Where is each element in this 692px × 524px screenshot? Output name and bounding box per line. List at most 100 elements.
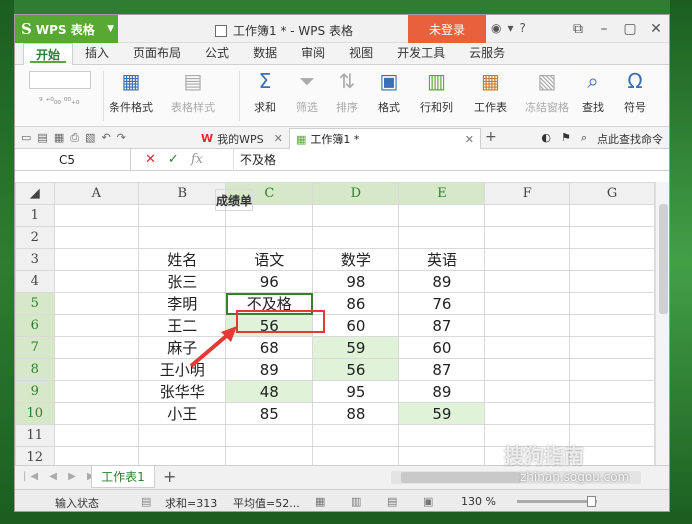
page-break-icon[interactable]: ▤ xyxy=(387,495,397,508)
cell[interactable]: 89 xyxy=(225,358,314,381)
tab-insert[interactable]: 插入 xyxy=(73,42,121,64)
cell[interactable]: 小王 xyxy=(138,402,227,425)
cell[interactable] xyxy=(312,226,400,249)
row-header[interactable]: 10 xyxy=(15,402,55,425)
cell[interactable] xyxy=(312,204,400,227)
row-header[interactable]: 8 xyxy=(15,358,55,381)
vertical-scroll-thumb[interactable] xyxy=(659,204,668,314)
cell[interactable] xyxy=(484,380,571,403)
cell[interactable] xyxy=(53,380,140,403)
cell[interactable] xyxy=(53,204,140,227)
cell[interactable] xyxy=(225,446,314,465)
cell[interactable]: 王小明 xyxy=(138,358,227,381)
column-header[interactable]: G xyxy=(569,182,655,205)
add-sheet-button[interactable]: + xyxy=(163,467,176,486)
cell[interactable] xyxy=(484,336,571,359)
cell[interactable]: 86 xyxy=(312,292,400,315)
cell[interactable] xyxy=(569,226,655,249)
cell[interactable] xyxy=(569,380,655,403)
cell[interactable] xyxy=(569,270,655,293)
cell[interactable]: 59 xyxy=(398,402,486,425)
cell[interactable]: 95 xyxy=(312,380,400,403)
cell[interactable] xyxy=(53,358,140,381)
vertical-scrollbar[interactable] xyxy=(655,182,669,465)
cell[interactable]: 张三 xyxy=(138,270,227,293)
number-format-select[interactable] xyxy=(29,71,91,89)
cell[interactable] xyxy=(569,292,655,315)
cell[interactable] xyxy=(53,226,140,249)
cell[interactable] xyxy=(138,424,227,447)
page-layout-icon[interactable]: ▥ xyxy=(351,495,361,508)
command-search[interactable]: ◐ ⚑ ⌕ 点此查找命令 xyxy=(541,131,663,147)
cell[interactable] xyxy=(53,446,140,465)
cell[interactable]: 张华华 xyxy=(138,380,227,403)
close-tab-icon[interactable]: ✕ xyxy=(465,133,474,146)
zoom-slider[interactable] xyxy=(517,496,597,507)
tab-view[interactable]: 视图 xyxy=(337,42,385,64)
cell[interactable] xyxy=(138,446,227,465)
sheet-tab-active[interactable]: 工作表1 xyxy=(91,466,155,488)
cell[interactable] xyxy=(484,314,571,337)
tab-page-layout[interactable]: 页面布局 xyxy=(121,42,193,64)
cell[interactable] xyxy=(484,204,571,227)
table-style-button[interactable]: ▤ 表格样式 xyxy=(171,69,215,115)
cell[interactable]: 李明 xyxy=(138,292,227,315)
cancel-icon[interactable]: ✕ xyxy=(145,152,156,167)
cell[interactable] xyxy=(138,204,227,227)
row-header[interactable]: 12 xyxy=(15,446,55,465)
tab-review[interactable]: 审阅 xyxy=(289,42,337,64)
restore-layout-icon[interactable]: ⧉ xyxy=(565,15,591,43)
row-header[interactable]: 7 xyxy=(15,336,55,359)
tab-cloud[interactable]: 云服务 xyxy=(457,42,517,64)
cell[interactable] xyxy=(569,336,655,359)
horizontal-scroll-thumb[interactable] xyxy=(401,472,521,483)
cell[interactable]: 56 xyxy=(225,314,314,337)
cell[interactable]: 89 xyxy=(398,380,486,403)
confirm-icon[interactable]: ✓ xyxy=(168,152,179,167)
column-header[interactable]: A xyxy=(53,182,140,205)
cell[interactable]: 姓名 xyxy=(138,248,227,271)
tab-my-wps[interactable]: W 我的WPS ✕ xyxy=(195,128,289,149)
cell[interactable]: 48 xyxy=(225,380,314,403)
undo-icon[interactable]: ↶ xyxy=(101,131,110,145)
column-header[interactable]: F xyxy=(484,182,571,205)
close-button[interactable]: ✕ xyxy=(643,15,669,43)
rows-cols-button[interactable]: ▥ 行和列 xyxy=(420,69,453,115)
name-box[interactable]: C5 xyxy=(15,149,131,171)
cell[interactable]: 成绩单 xyxy=(215,189,254,211)
cell[interactable] xyxy=(53,314,140,337)
row-header[interactable]: 6 xyxy=(15,314,55,337)
cell[interactable] xyxy=(484,402,571,425)
redo-icon[interactable]: ↷ xyxy=(117,131,126,145)
cell[interactable] xyxy=(398,226,486,249)
column-header[interactable]: D xyxy=(312,182,400,205)
row-header[interactable]: 1 xyxy=(15,204,55,227)
cell[interactable] xyxy=(398,204,486,227)
cell[interactable] xyxy=(53,248,140,271)
worksheet-button[interactable]: ▦ 工作表 xyxy=(474,69,507,115)
close-tab-icon[interactable]: ✕ xyxy=(274,132,283,145)
cell[interactable]: 60 xyxy=(398,336,486,359)
cell[interactable]: 56 xyxy=(312,358,400,381)
cell[interactable]: 68 xyxy=(225,336,314,359)
cell[interactable] xyxy=(484,226,571,249)
cell[interactable] xyxy=(569,402,655,425)
tab-developer[interactable]: 开发工具 xyxy=(385,42,457,64)
cell[interactable]: 语文 xyxy=(225,248,314,271)
cell[interactable] xyxy=(53,336,140,359)
save-icon[interactable]: ▤ xyxy=(37,131,47,145)
app-menu-button[interactable]: S WPS 表格 ▼ xyxy=(15,15,118,43)
cell[interactable] xyxy=(398,424,486,447)
cell[interactable]: 85 xyxy=(225,402,314,425)
export-pdf-icon[interactable]: ▦ xyxy=(54,131,64,145)
row-header[interactable]: 5 xyxy=(15,292,55,315)
cell[interactable] xyxy=(53,402,140,425)
maximize-button[interactable]: ▢ xyxy=(617,15,643,43)
skin-icon[interactable]: ◉ xyxy=(491,21,501,35)
login-button[interactable]: 未登录 xyxy=(408,15,486,43)
cell[interactable] xyxy=(484,248,571,271)
sum-button[interactable]: Σ 求和 xyxy=(253,69,277,115)
cell[interactable]: 96 xyxy=(225,270,314,293)
cell[interactable] xyxy=(53,292,140,315)
shirt-icon[interactable]: ▾ xyxy=(507,21,513,35)
